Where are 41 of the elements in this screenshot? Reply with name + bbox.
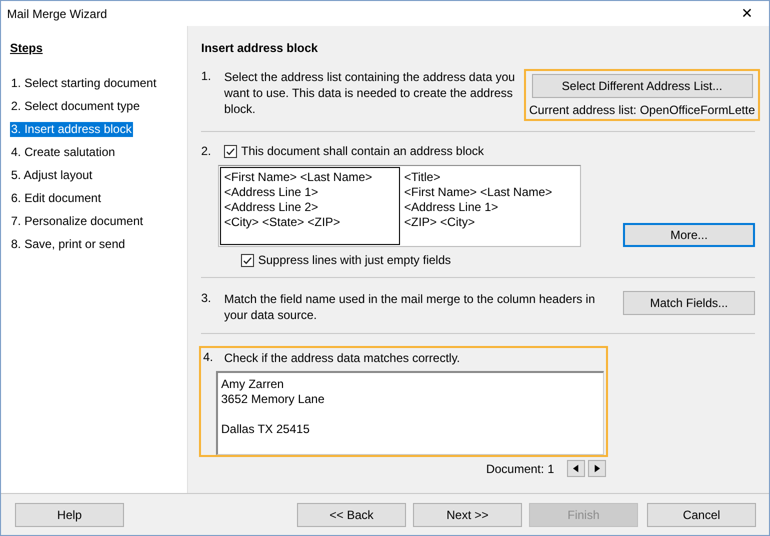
document-counter: Document: 1 xyxy=(486,462,554,476)
step-number: 2. xyxy=(201,144,212,158)
step-item[interactable]: 1. Select starting document xyxy=(10,76,158,91)
step-text: Match the field name used in the mail merge to the column headers in your data source. xyxy=(224,291,596,323)
checkbox[interactable] xyxy=(224,144,238,158)
step-item[interactable]: 7. Personalize document xyxy=(10,214,144,229)
address-layout-option[interactable]: <First Name> <Last Name> <Address Line 1> <Address Line 2> <City> <State> <ZIP> xyxy=(220,167,400,245)
more-button[interactable]: More... xyxy=(623,223,755,247)
step-text: Select the address list containing the address data you want to use. This data is needed to create the address block. xyxy=(224,69,516,117)
checkbox[interactable] xyxy=(241,254,254,266)
window-title: Mail Merge Wizard xyxy=(7,6,108,20)
suppress-lines-checkbox[interactable]: Suppress lines with just empty fields xyxy=(241,253,755,267)
dialog-button[interactable]: Cancel xyxy=(647,502,756,526)
steps-heading: Steps xyxy=(10,41,43,55)
dialog-button[interactable]: << Back xyxy=(297,502,406,526)
next-document-button[interactable] xyxy=(588,460,606,477)
address-layout-option[interactable]: <Title> <First Name> <Last Name> <Address Line 1> <ZIP> <City> xyxy=(400,167,580,245)
address-block-checkbox[interactable]: This document shall contain an address block xyxy=(224,144,484,158)
step-number: 4. xyxy=(202,350,214,364)
step-text: Check if the address data matches correctly. xyxy=(224,350,460,366)
address-line: Dallas TX 25415 xyxy=(221,422,310,437)
step-item[interactable]: 3. Insert address block xyxy=(10,122,133,137)
previous-button[interactable] xyxy=(567,460,586,477)
step-item[interactable]: 4. Create salutation xyxy=(10,145,116,160)
right-triangle-icon xyxy=(594,464,600,473)
step-number: 3. xyxy=(201,291,212,305)
step-item[interactable]: 8. Save, print or send xyxy=(10,237,126,252)
address-line: Amy Zarren xyxy=(221,377,284,392)
close-button[interactable]: ✕ xyxy=(725,1,769,26)
match-fields-button[interactable]: Match Fields... xyxy=(623,291,755,315)
dialog-button[interactable]: Next >> xyxy=(413,502,522,526)
left-triangle-icon xyxy=(573,464,580,473)
step-item[interactable]: 5. Adjust layout xyxy=(10,168,94,183)
current-address-list: Current address list: OpenOfficeFormLette xyxy=(529,103,755,117)
page-title: Insert address block xyxy=(201,41,318,55)
address-line: 3652 Memory Lane xyxy=(221,392,325,407)
dialog-button[interactable]: Help xyxy=(15,502,124,526)
step-item[interactable]: 6. Edit document xyxy=(10,191,102,206)
step-item[interactable]: 2. Select document type xyxy=(10,99,141,114)
step-number: 1. xyxy=(201,69,212,83)
select-address-list-button[interactable]: Select Different Address List... xyxy=(532,74,753,98)
